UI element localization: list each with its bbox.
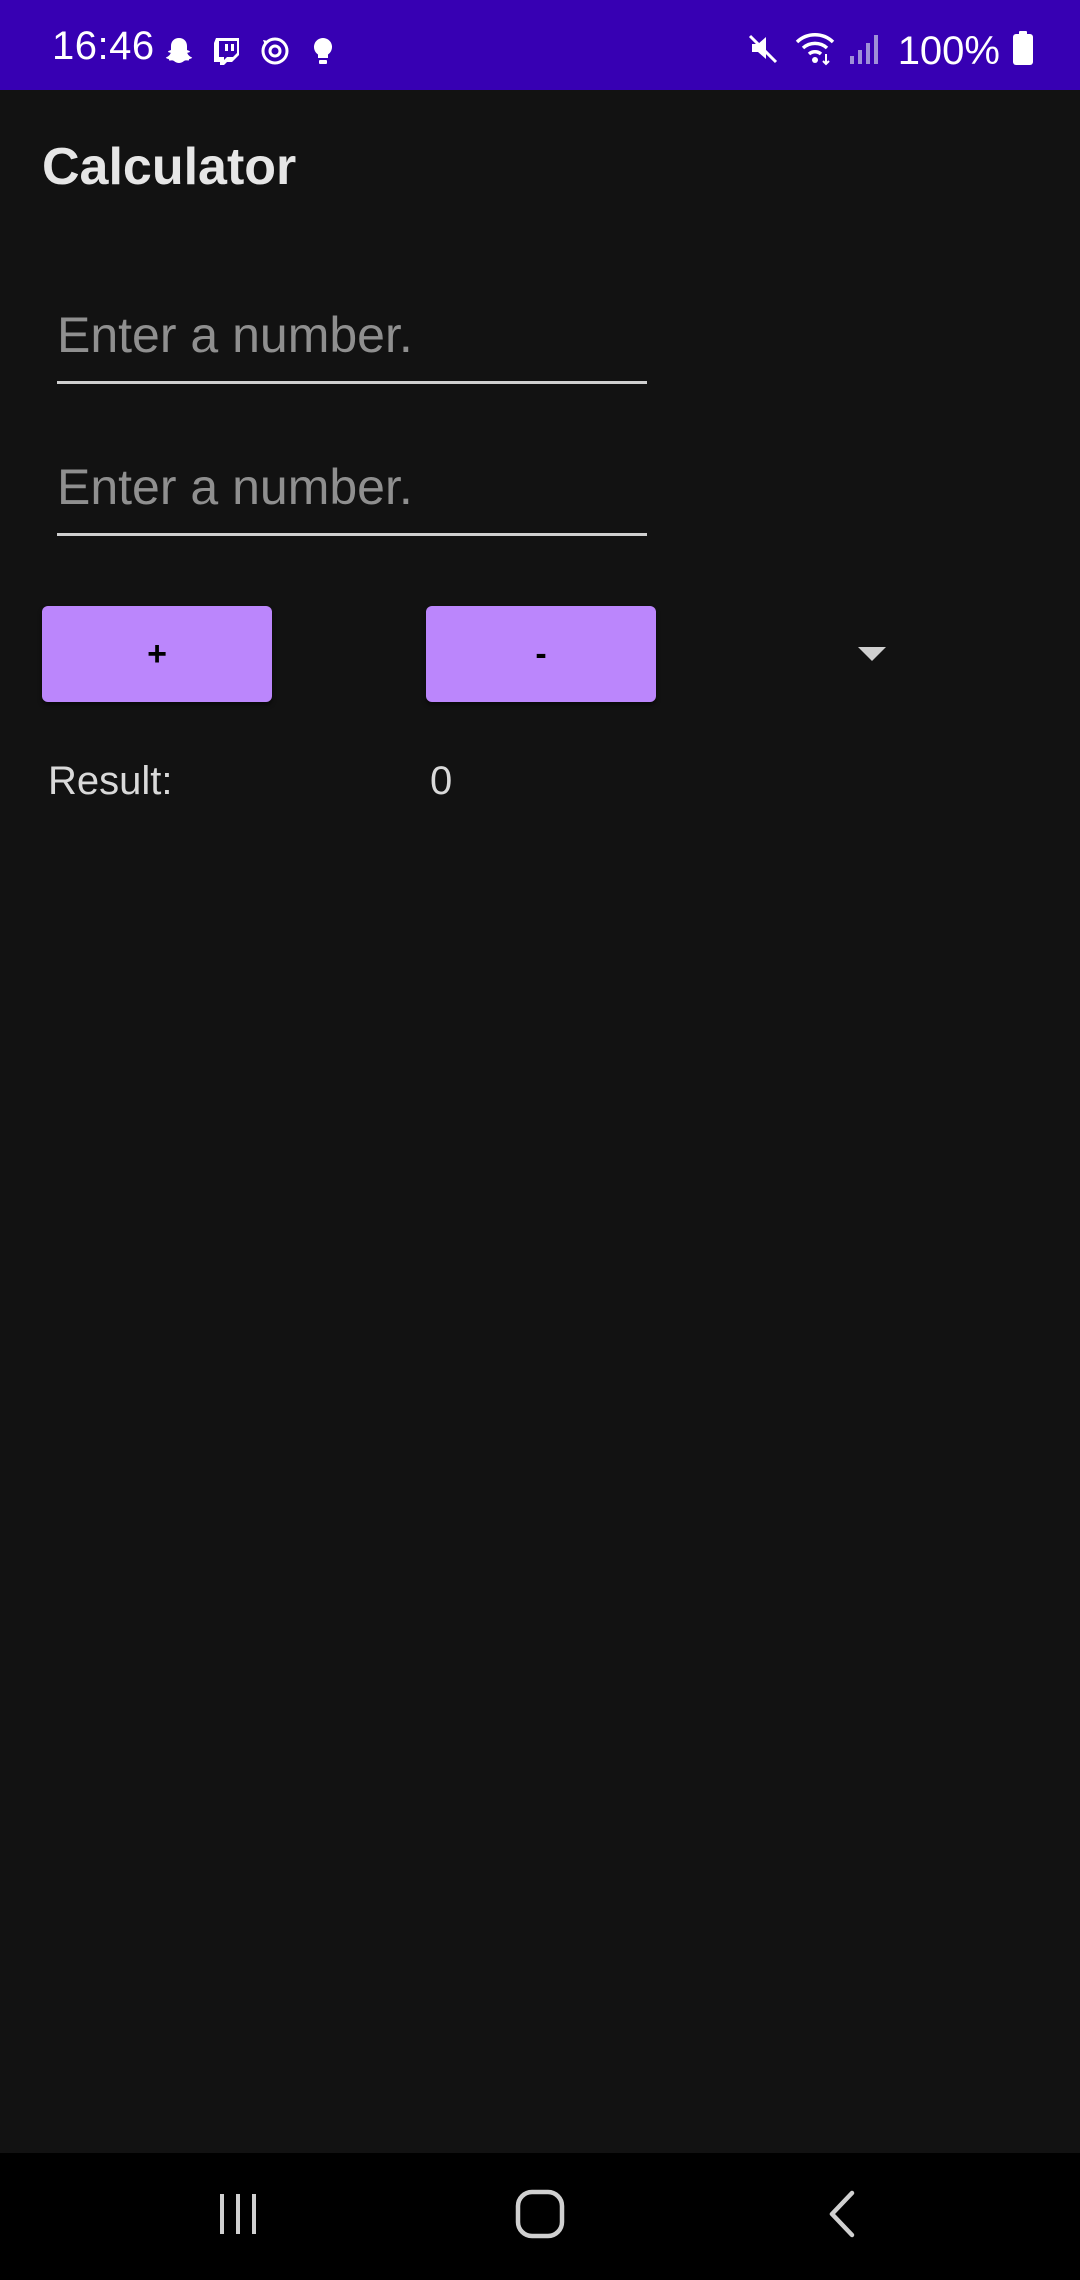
home-button[interactable] [500,2181,580,2251]
system-status-icons: 100% [746,30,1034,71]
battery-percent: 100% [897,28,1000,73]
first-number-input[interactable] [57,288,647,384]
wifi-icon [794,30,836,71]
back-button[interactable] [802,2181,882,2251]
snapchat-icon [162,34,196,68]
sync-icon [258,34,292,68]
status-bar: 16:46 100% [0,0,1080,90]
result-value: 0 [430,759,453,803]
dropdown-arrow-icon [858,647,886,661]
signal-icon [848,30,882,71]
navigation-bar [0,2153,1080,2280]
battery-icon [1012,30,1034,71]
home-icon [514,2188,566,2245]
status-time: 16:46 [52,24,155,68]
twitch-icon [210,34,244,68]
calculator-screen: 16:46 100% Calculator Enter a number. En… [0,0,1080,2280]
recents-icon [213,2191,263,2242]
back-icon [822,2189,862,2244]
recents-button[interactable] [198,2181,278,2251]
add-button[interactable]: + [42,606,272,702]
notification-icons [162,34,340,68]
lightbulb-icon [306,34,340,68]
app-title: Calculator [42,138,297,196]
result-label: Result: [48,759,173,803]
operation-dropdown[interactable] [700,606,1040,702]
mute-icon [746,30,782,71]
second-number-input[interactable] [57,440,647,536]
subtract-button[interactable]: - [426,606,656,702]
